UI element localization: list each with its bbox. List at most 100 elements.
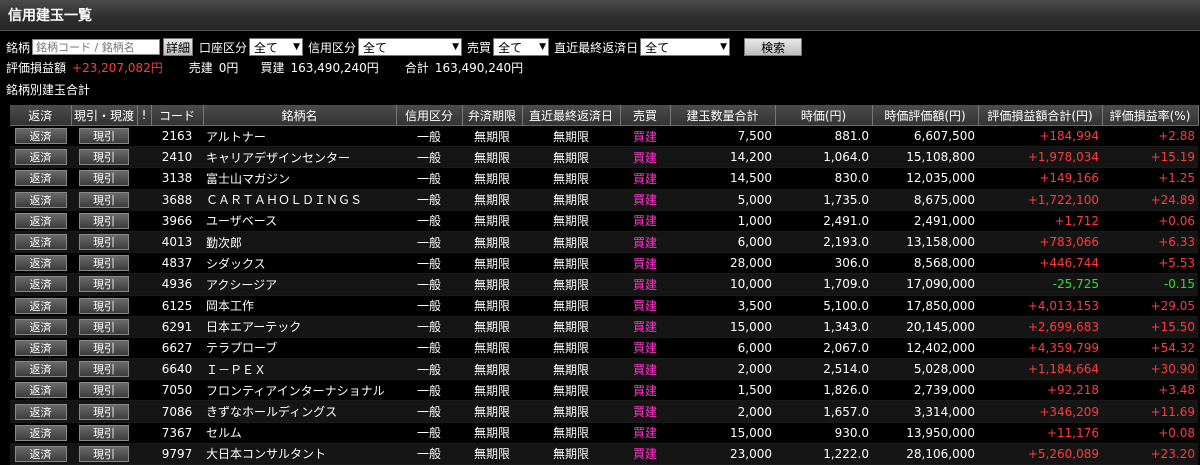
- meigara-label: 銘柄: [6, 40, 31, 55]
- genbiki-button[interactable]: 現引: [79, 149, 129, 166]
- price-cell: 2,491.0: [775, 210, 872, 232]
- col-hensai[interactable]: 返済: [10, 105, 72, 126]
- table-row[interactable]: 返済 現引 2163 アルトナー 一般 無期限 無期限 買建 7,500 881.0 6,607,5…: [10, 125, 1198, 148]
- kubun-cell: 一般: [396, 125, 462, 148]
- table-row[interactable]: 返済 現引 6640 Ｉ－ＰＥＸ 一般 無期限 無期限 買建 2,000 2,514.0 5,028…: [10, 358, 1198, 381]
- genbiki-button[interactable]: 現引: [79, 234, 129, 251]
- rate-cell: +0.06: [1102, 210, 1198, 232]
- hensai-button[interactable]: 返済: [14, 128, 67, 145]
- hensai-button[interactable]: 返済: [14, 234, 67, 251]
- genbiki-button[interactable]: 現引: [79, 297, 129, 314]
- col-value[interactable]: 時価評価額(円): [872, 105, 979, 126]
- baibai-select[interactable]: 全て ▼: [493, 38, 550, 56]
- pl-cell: +5,260,089: [978, 443, 1102, 465]
- table-row[interactable]: 返済 現引 6627 テラプローブ 一般 無期限 無期限 買建 6,000 2,067.0 12,4…: [10, 337, 1198, 360]
- value-cell: 20,145,000: [872, 316, 978, 338]
- hensai-button[interactable]: 返済: [14, 297, 67, 314]
- table-row[interactable]: 返済 現引 6125 岡本工作 一般 無期限 無期限 買建 3,500 5,100.0 17,850…: [10, 295, 1198, 317]
- hensai-cell: 返済: [10, 252, 71, 275]
- genbiki-button[interactable]: 現引: [79, 382, 129, 399]
- code-cell: 6125: [151, 295, 203, 317]
- saishu-cell: 無期限: [522, 379, 620, 402]
- genbiki-button[interactable]: 現引: [79, 255, 129, 272]
- shinyou-select[interactable]: 全て ▼: [358, 38, 463, 56]
- kouza-select[interactable]: 全て ▼: [249, 38, 304, 56]
- col-pl[interactable]: 評価損益額合計(円): [978, 105, 1103, 126]
- baibai-label: 売買: [467, 40, 492, 55]
- positions-table: 返済 現引・現渡 ! コード 銘柄名 信用区分 弁済期限 直近最終返済日 売買 …: [10, 105, 1199, 465]
- detail-button[interactable]: 詳細: [163, 38, 194, 56]
- hensai-button[interactable]: 返済: [14, 212, 67, 229]
- col-price[interactable]: 時価(円): [775, 105, 873, 126]
- table-row[interactable]: 返済 現引 7086 きずなホールディングス 一般 無期限 無期限 買建 2,000 1,657.…: [10, 400, 1198, 423]
- col-baibai[interactable]: 売買: [620, 105, 671, 126]
- col-rate[interactable]: 評価損益率(%): [1102, 105, 1199, 126]
- genbiki-cell: 現引: [71, 379, 137, 402]
- kubun-cell: 一般: [396, 443, 462, 465]
- genbiki-button[interactable]: 現引: [79, 424, 129, 441]
- baibai-cell: 買建: [620, 189, 670, 211]
- hensai-button[interactable]: 返済: [14, 276, 67, 293]
- table-row[interactable]: 返済 現引 9797 大日本コンサルタント 一般 無期限 無期限 買建 23,000 1,222.…: [10, 443, 1198, 465]
- table-row[interactable]: 返済 現引 4013 勤次郎 一般 無期限 無期限 買建 6,000 2,193.0 13,158,…: [10, 231, 1198, 254]
- col-kigen[interactable]: 弁済期限: [462, 105, 523, 126]
- col-code[interactable]: コード: [151, 105, 204, 126]
- col-kubun[interactable]: 信用区分: [396, 105, 463, 126]
- kubun-cell: 一般: [396, 358, 462, 381]
- name-cell: アルトナー: [203, 125, 396, 148]
- genbiki-button[interactable]: 現引: [79, 128, 129, 145]
- table-row[interactable]: 返済 現引 3138 富士山マガジン 一般 無期限 無期限 買建 14,500 830.0 12,0…: [10, 167, 1198, 190]
- table-row[interactable]: 返済 現引 6291 日本エアーテック 一般 無期限 無期限 買建 15,000 1,343.0 2…: [10, 316, 1198, 338]
- col-qty[interactable]: 建玉数量合計: [670, 105, 776, 126]
- table-row[interactable]: 返済 現引 3966 ユーザベース 一般 無期限 無期限 買建 1,000 2,491.0 2,49…: [10, 210, 1198, 232]
- rate-cell: +11.69: [1102, 400, 1198, 423]
- page-title: 信用建玉一覧: [8, 8, 92, 24]
- value-cell: 15,108,800: [872, 146, 978, 169]
- genbiki-button[interactable]: 現引: [79, 276, 129, 293]
- hensai-button[interactable]: 返済: [14, 255, 67, 272]
- genbiki-button[interactable]: 現引: [79, 170, 129, 187]
- hensai-button[interactable]: 返済: [14, 191, 67, 208]
- genbiki-button[interactable]: 現引: [79, 191, 129, 208]
- table-row[interactable]: 返済 現引 3688 ＣＡＲＴＡＨＯＬＤＩＮＧＳ 一般 無期限 無期限 買建 5,000 1,73…: [10, 189, 1198, 211]
- col-alert[interactable]: !: [137, 105, 152, 126]
- genbiki-button[interactable]: 現引: [79, 212, 129, 229]
- col-name[interactable]: 銘柄名: [203, 105, 397, 126]
- table-row[interactable]: 返済 現引 4837 シダックス 一般 無期限 無期限 買建 28,000 306.0 8,568,…: [10, 252, 1198, 275]
- rate-cell: +24.89: [1102, 189, 1198, 211]
- search-button[interactable]: 検索: [744, 38, 803, 56]
- price-cell: 5,100.0: [775, 295, 872, 317]
- hensai-button[interactable]: 返済: [14, 403, 67, 420]
- hensai-button[interactable]: 返済: [14, 170, 67, 187]
- code-cell: 9797: [151, 443, 203, 465]
- genbiki-button[interactable]: 現引: [79, 339, 129, 356]
- table-row[interactable]: 返済 現引 4936 アクシージア 一般 無期限 無期限 買建 10,000 1,709.0 17,…: [10, 273, 1198, 296]
- col-genbiki[interactable]: 現引・現渡: [71, 105, 138, 126]
- filter-bar: 銘柄 詳細 口座区分 全て ▼ 信用区分 全て ▼ 売買 全て ▼ 直近最終返済…: [0, 36, 1200, 58]
- hensai-button[interactable]: 返済: [14, 149, 67, 166]
- alert-cell: [137, 443, 151, 465]
- hensai-button[interactable]: 返済: [14, 339, 67, 356]
- hensai-button[interactable]: 返済: [14, 424, 67, 441]
- hensai-button[interactable]: 返済: [14, 361, 67, 378]
- saishu-cell: 無期限: [522, 146, 620, 169]
- genbiki-button[interactable]: 現引: [79, 403, 129, 420]
- genbiki-button[interactable]: 現引: [79, 445, 129, 462]
- col-saishu[interactable]: 直近最終返済日: [522, 105, 621, 126]
- genbiki-button[interactable]: 現引: [79, 318, 129, 335]
- value-cell: 28,106,000: [872, 443, 978, 465]
- chevron-down-icon: ▼: [293, 42, 301, 52]
- genbiki-button[interactable]: 現引: [79, 361, 129, 378]
- table-row[interactable]: 返済 現引 7367 セルム 一般 無期限 無期限 買建 15,000 930.0 13,950,0…: [10, 422, 1198, 444]
- saishu-cell: 無期限: [522, 125, 620, 148]
- table-row[interactable]: 返済 現引 7050 フロンティアインターナショナル 一般 無期限 無期限 買建 1,500 1,…: [10, 379, 1198, 402]
- hensai-button[interactable]: 返済: [14, 382, 67, 399]
- genbiki-cell: 現引: [71, 273, 137, 296]
- rate-cell: +5.53: [1102, 252, 1198, 275]
- hensai-cell: 返済: [10, 146, 71, 169]
- table-row[interactable]: 返済 現引 2410 キャリアデザインセンター 一般 無期限 無期限 買建 14,200 1,06…: [10, 146, 1198, 169]
- meigara-search-input[interactable]: [32, 39, 161, 55]
- hensai-button[interactable]: 返済: [14, 445, 67, 462]
- hensai-select[interactable]: 全て ▼: [640, 38, 731, 56]
- hensai-button[interactable]: 返済: [14, 318, 67, 335]
